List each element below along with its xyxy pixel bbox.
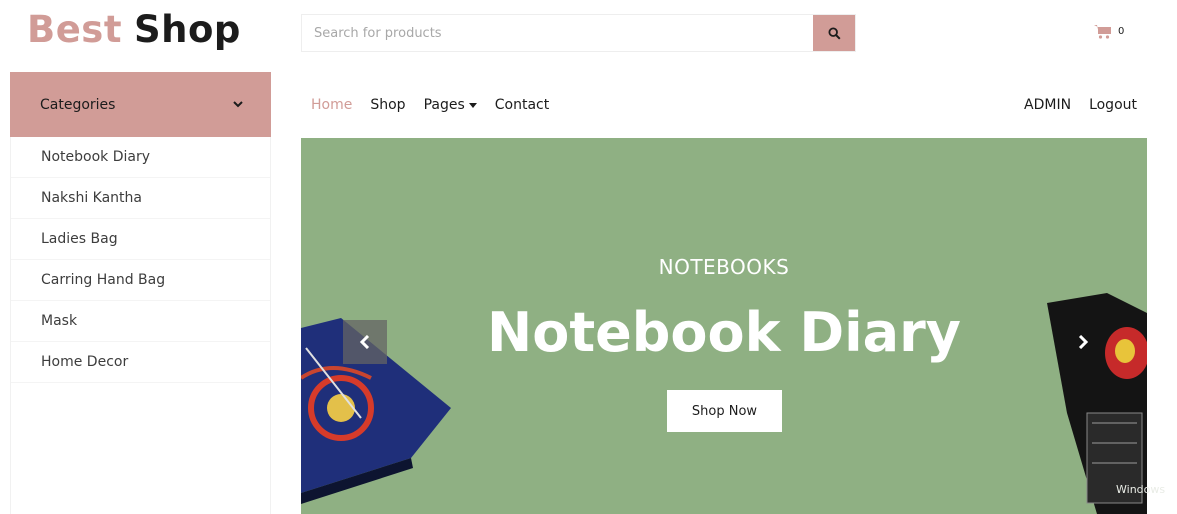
nav-account-links: ADMIN Logout xyxy=(1024,97,1147,113)
main-navbar: Home Shop Pages Contact ADMIN Logout xyxy=(301,86,1147,124)
categories-toggle[interactable]: Categories xyxy=(10,72,271,137)
brand-word-1: Best xyxy=(27,8,123,51)
search-input[interactable] xyxy=(302,15,813,51)
search-bar xyxy=(301,14,856,52)
nav-links: Home Shop Pages Contact xyxy=(301,97,549,113)
category-item-carring-hand-bag[interactable]: Carring Hand Bag xyxy=(11,260,270,301)
nav-link-pages-label: Pages xyxy=(423,97,465,113)
category-item-ladies-bag[interactable]: Ladies Bag xyxy=(11,219,270,260)
cart-icon xyxy=(1094,25,1111,39)
category-sidebar: Categories Notebook Diary Nakshi Kantha … xyxy=(10,72,271,514)
category-item-notebook-diary[interactable]: Notebook Diary xyxy=(11,137,270,178)
chevron-down-icon xyxy=(233,101,243,108)
caret-down-icon xyxy=(468,102,477,108)
chevron-left-icon xyxy=(359,335,370,349)
nav-link-logout[interactable]: Logout xyxy=(1089,97,1137,113)
hero-title: Notebook Diary xyxy=(487,301,961,364)
category-item-nakshi-kantha[interactable]: Nakshi Kantha xyxy=(11,178,270,219)
nav-link-pages[interactable]: Pages xyxy=(424,97,477,113)
carousel-next-button[interactable] xyxy=(1061,320,1105,364)
brand-logo[interactable]: Best Shop xyxy=(27,8,241,51)
hero-carousel: NOTEBOOKS Notebook Diary Shop Now xyxy=(301,138,1147,514)
cart-button[interactable]: 0 xyxy=(1094,24,1124,39)
nav-link-contact[interactable]: Contact xyxy=(495,97,549,113)
cart-count: 0 xyxy=(1118,26,1125,37)
search-icon xyxy=(827,26,841,40)
top-bar: Best Shop 0 xyxy=(0,0,1177,66)
brand-word-2: Shop xyxy=(134,8,241,51)
nav-link-admin[interactable]: ADMIN xyxy=(1024,97,1071,113)
chevron-right-icon xyxy=(1078,335,1089,349)
carousel-prev-button[interactable] xyxy=(343,320,387,364)
category-item-home-decor[interactable]: Home Decor xyxy=(11,342,270,383)
nav-link-shop[interactable]: Shop xyxy=(370,97,405,113)
shop-now-button[interactable]: Shop Now xyxy=(667,390,782,432)
category-item-mask[interactable]: Mask xyxy=(11,301,270,342)
search-button[interactable] xyxy=(813,15,855,51)
category-list: Notebook Diary Nakshi Kantha Ladies Bag … xyxy=(10,137,271,514)
nav-link-home[interactable]: Home xyxy=(311,97,352,113)
categories-label: Categories xyxy=(40,96,116,113)
os-watermark: Windows xyxy=(1116,483,1166,496)
hero-subtitle: NOTEBOOKS xyxy=(658,255,790,279)
